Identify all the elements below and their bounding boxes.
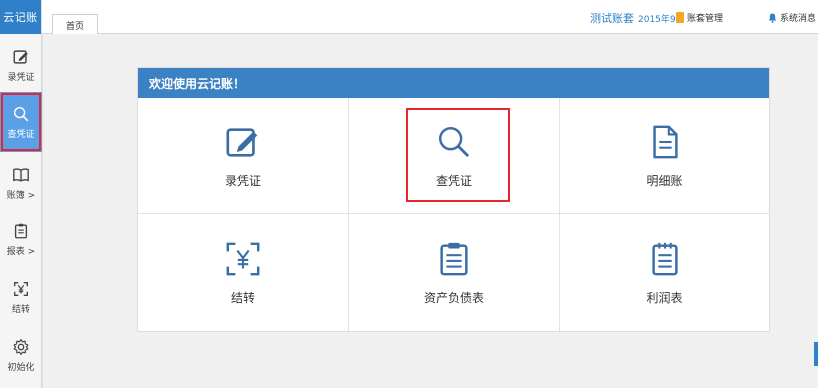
sidebar: 云记账 录凭证 查凭证 账簿 > 报表 > 结转 初始化 [0,0,42,388]
tile-income-statement[interactable]: 利润表 [560,214,769,331]
account-manage-label: 账套管理 [687,14,724,24]
tile-balance-sheet[interactable]: 资产负债表 [349,214,560,331]
clipboard-icon [440,242,468,275]
edit-icon [226,127,258,157]
sidebar-item-carry-forward[interactable]: 结转 [0,272,42,322]
side-float-tab[interactable] [814,342,818,366]
notepad-icon [651,242,678,275]
system-messages-label: 系统消息 [780,14,817,24]
top-bar: 首页 测试账套 2015年9月 账套管理 系统消息 [42,0,818,35]
sidebar-item-label: 查凭证 [7,129,35,140]
search-icon [13,106,29,121]
tile-record-voucher[interactable]: 录凭证 [138,98,349,214]
search-icon [438,126,469,157]
clipboard-icon [14,223,28,238]
sidebar-item-label: 报表 > [6,246,36,257]
bell-icon [768,13,777,23]
book-icon [13,167,29,182]
welcome-title: 欢迎使用云记账！ [138,68,769,98]
tile-label: 结转 [230,290,255,305]
tile-label: 利润表 [646,290,683,305]
gear-icon [13,338,29,355]
tile-label: 查凭证 [435,173,472,188]
sidebar-item-view-voucher[interactable]: 查凭证 [0,92,42,152]
sidebar-item-label: 结转 [11,304,30,315]
sidebar-item-label: 录凭证 [7,72,35,83]
sidebar-item-initialize[interactable]: 初始化 [0,330,42,380]
sidebar-item-label: 初始化 [7,362,35,373]
tile-view-voucher[interactable]: 查凭证 [349,98,560,214]
tile-detail-ledger[interactable]: 明细账 [560,98,769,214]
main-content: 欢迎使用云记账！ 录凭证 查凭证 明细账 结转 资产负债表 利润表 [42,34,818,388]
welcome-panel: 欢迎使用云记账！ 录凭证 查凭证 明细账 结转 资产负债表 利润表 [137,67,770,332]
tab-home[interactable]: 首页 [52,14,98,35]
edit-icon [13,49,28,64]
system-messages-link[interactable]: 系统消息 [768,11,816,24]
sidebar-item-label: 账簿 > [6,190,36,201]
sidebar-item-reports[interactable]: 报表 > [0,214,42,264]
app-root: 云记账 录凭证 查凭证 账簿 > 报表 > 结转 初始化 首页 测试账套 201… [0,0,818,388]
yen-frame-icon [14,281,28,296]
sidebar-item-record-voucher[interactable]: 录凭证 [0,40,42,90]
yen-frame-icon [226,242,260,275]
app-logo[interactable]: 云记账 [0,0,41,34]
tile-label: 明细账 [646,173,683,188]
account-book-icon [676,12,684,23]
tile-label: 录凭证 [224,173,261,188]
account-info: 测试账套 2015年9月 [590,10,685,26]
tile-label: 资产负债表 [423,290,484,305]
account-name: 测试账套 [590,12,634,25]
account-manage-link[interactable]: 账套管理 [676,11,723,24]
sidebar-item-ledger[interactable]: 账簿 > [0,158,42,208]
tile-carry-forward[interactable]: 结转 [138,214,349,331]
document-icon [652,125,678,158]
shortcut-grid: 录凭证 查凭证 明细账 结转 资产负债表 利润表 [138,98,769,331]
